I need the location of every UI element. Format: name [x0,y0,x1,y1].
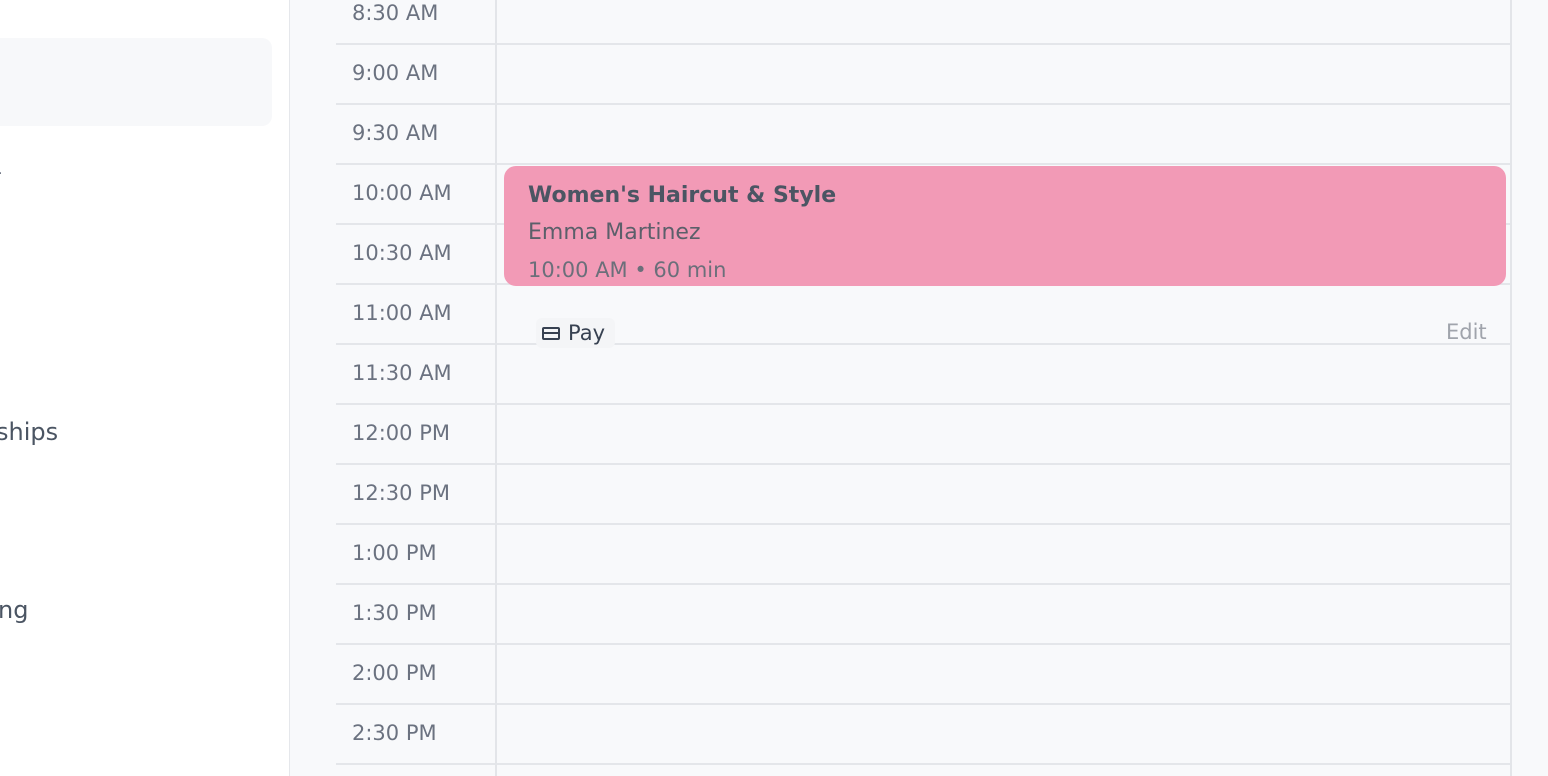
schedule-slot[interactable] [497,105,1510,165]
time-label: 11:30 AM [352,361,452,385]
schedule-slot[interactable] [497,345,1510,405]
time-label: 2:00 PM [352,661,437,685]
time-row: 10:00 AM [336,165,495,225]
time-label: 10:00 AM [352,181,452,205]
appointment-client: Emma Martinez [528,220,701,245]
schedule-slot[interactable] [497,405,1510,465]
time-label: 10:30 AM [352,241,452,265]
calendar-main: 8:30 AM 9:00 AM 9:30 AM 10:00 AM 10:30 A… [290,0,1548,776]
time-row: 10:30 AM [336,225,495,285]
time-row: 12:00 PM [336,405,495,465]
pay-button[interactable]: Pay [536,318,616,348]
time-row: 8:30 AM [336,0,495,45]
schedule-grid [495,0,1512,776]
appointment-card[interactable]: Women's Haircut & Style Emma Martinez 10… [504,166,1506,286]
time-row: 1:30 PM [336,585,495,645]
time-row: 1:00 PM [336,525,495,585]
time-row: 9:00 AM [336,45,495,105]
time-label: 2:30 PM [352,721,437,745]
time-label: 12:30 PM [352,481,450,505]
schedule-slot[interactable] [497,645,1510,705]
time-label: 11:00 AM [352,301,452,325]
time-label: 9:00 AM [352,61,439,85]
sidebar-item-fragment: . [0,162,2,178]
time-label: 12:00 PM [352,421,450,445]
edit-button[interactable]: Edit [1446,320,1487,344]
time-row: 12:30 PM [336,465,495,525]
time-column: 8:30 AM 9:00 AM 9:30 AM 10:00 AM 10:30 A… [336,0,495,776]
appointment-service: Women's Haircut & Style [528,183,837,208]
schedule-slot[interactable] [497,585,1510,645]
schedule-slot[interactable] [497,285,1510,345]
sidebar-item-memberships[interactable]: ships [0,418,58,446]
credit-card-icon [542,326,560,340]
schedule-slot[interactable] [497,0,1510,45]
schedule-slot[interactable] [497,45,1510,105]
time-label: 1:00 PM [352,541,437,565]
time-label: 1:30 PM [352,601,437,625]
time-label: 9:30 AM [352,121,439,145]
schedule-slot[interactable] [497,705,1510,765]
time-row: 2:30 PM [336,705,495,765]
schedule-slot[interactable] [497,465,1510,525]
time-row: 9:30 AM [336,105,495,165]
time-label: 8:30 AM [352,1,439,25]
time-row: 11:30 AM [336,345,495,405]
sidebar-active-item[interactable] [0,38,272,126]
sidebar: . ships ng [0,0,290,776]
sidebar-item-ng[interactable]: ng [0,596,28,624]
time-row: 11:00 AM [336,285,495,345]
schedule-slot[interactable] [497,525,1510,585]
pay-button-label: Pay [568,321,606,345]
appointment-time-duration: 10:00 AM • 60 min [528,258,727,282]
time-row: 2:00 PM [336,645,495,705]
